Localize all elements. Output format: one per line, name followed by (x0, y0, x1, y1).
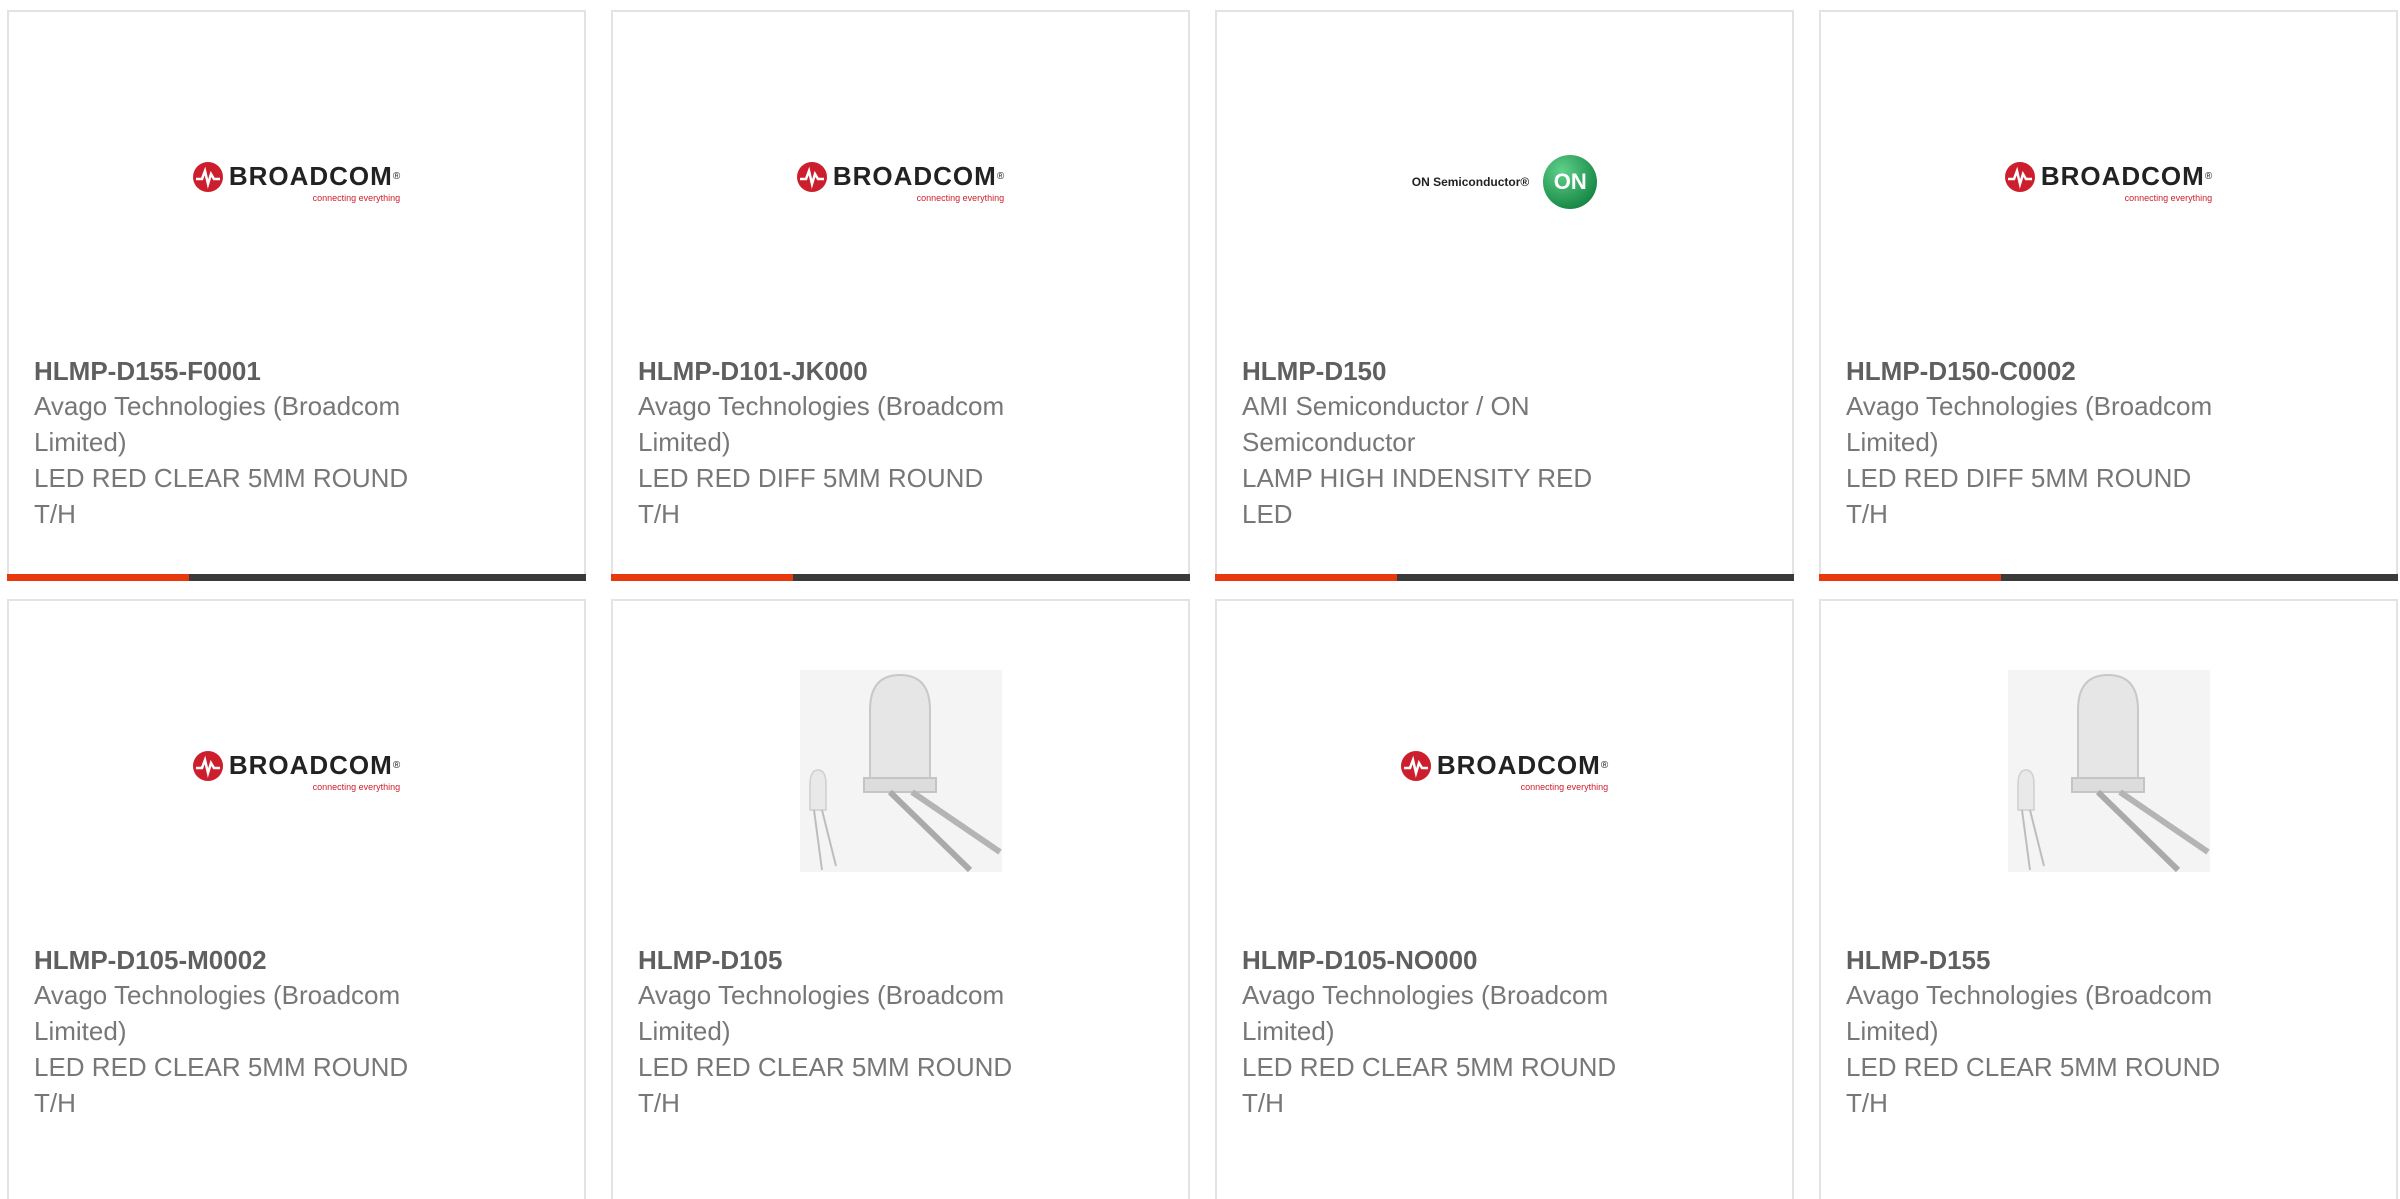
broadcom-logo: BROADCOM ® connecting everything (192, 161, 400, 203)
manufacturer-line: Avago Technologies (Broadcom (1846, 980, 2213, 1010)
product-card[interactable]: BROADCOM ® connecting everything HLMP-D15… (1819, 10, 2398, 581)
on-circle-icon: ON (1543, 155, 1598, 209)
led-icon (799, 670, 1002, 872)
card-accent-bar (1215, 574, 1397, 581)
description-line: LED RED DIFF 5MM ROUND (1846, 463, 2192, 493)
product-card[interactable]: BROADCOM ® connecting everything HLMP-D10… (1215, 599, 1794, 1199)
product-card[interactable]: BROADCOM ® connecting everything HLMP-D15… (7, 10, 586, 581)
product-image: BROADCOM ® connecting everything (9, 12, 584, 352)
broadcom-pulse-icon (1400, 750, 1431, 781)
broadcom-logo: BROADCOM ® connecting everything (192, 750, 400, 792)
manufacturer-line: Avago Technologies (Broadcom (34, 391, 401, 421)
card-bottom-bar (1819, 574, 2398, 581)
manufacturer-line: Semiconductor (1242, 427, 1416, 457)
description-line: LED RED CLEAR 5MM ROUND (1846, 1052, 2221, 1082)
product-image: BROADCOM ® connecting everything (613, 12, 1188, 352)
broadcom-logo: BROADCOM ® connecting everything (2004, 161, 2212, 203)
manufacturer-line: Avago Technologies (Broadcom (34, 980, 401, 1010)
product-card[interactable]: BROADCOM ® connecting everything HLMP-D10… (611, 10, 1190, 581)
description-line: LED (1242, 499, 1293, 529)
manufacturer-line: Limited) (34, 1016, 127, 1046)
led-icon (2007, 670, 2210, 872)
part-number[interactable]: HLMP-D105-M0002 (34, 943, 494, 977)
description-line: T/H (34, 499, 76, 529)
part-number[interactable]: HLMP-D150 (1242, 354, 1702, 388)
part-number[interactable]: HLMP-D155 (1846, 943, 2306, 977)
card-accent-bar (611, 574, 793, 581)
broadcom-pulse-icon (796, 161, 827, 192)
product-image: BROADCOM ® connecting everything (9, 601, 584, 941)
led-photo (799, 670, 1002, 872)
product-card[interactable]: ON Semiconductor® ON HLMP-D150 AMI Semic… (1215, 10, 1794, 581)
product-card[interactable]: HLMP-D155 Avago Technologies (Broadcom L… (1819, 599, 2398, 1199)
manufacturer-line: Limited) (1846, 427, 1939, 457)
card-bottom-bar (7, 574, 586, 581)
description-line: T/H (638, 499, 680, 529)
broadcom-pulse-icon (192, 750, 223, 781)
product-grid: BROADCOM ® connecting everything HLMP-D15… (0, 0, 2400, 1199)
description-line: LED RED DIFF 5MM ROUND (638, 463, 984, 493)
manufacturer-line: Limited) (1242, 1016, 1335, 1046)
product-image (613, 601, 1188, 941)
description-line: LED RED CLEAR 5MM ROUND (34, 463, 409, 493)
description-line: LED RED CLEAR 5MM ROUND (1242, 1052, 1617, 1082)
part-number[interactable]: HLMP-D101-JK000 (638, 354, 1098, 388)
description-line: LED RED CLEAR 5MM ROUND (638, 1052, 1013, 1082)
part-number[interactable]: HLMP-D105 (638, 943, 1098, 977)
card-bottom-bar (611, 574, 1190, 581)
manufacturer-line: Limited) (638, 427, 731, 457)
product-card[interactable]: BROADCOM ® connecting everything HLMP-D10… (7, 599, 586, 1199)
description-line: LED RED CLEAR 5MM ROUND (34, 1052, 409, 1082)
manufacturer-line: Avago Technologies (Broadcom (638, 980, 1005, 1010)
product-image: BROADCOM ® connecting everything (1821, 12, 2396, 352)
product-image: BROADCOM ® connecting everything (1217, 601, 1792, 941)
led-photo (2007, 670, 2210, 872)
broadcom-logo: BROADCOM ® connecting everything (796, 161, 1004, 203)
card-accent-bar (1819, 574, 2001, 581)
description-line: T/H (1846, 499, 1888, 529)
onsemi-logo: ON Semiconductor® ON (1412, 155, 1598, 209)
description-line: T/H (34, 1088, 76, 1118)
manufacturer-line: Avago Technologies (Broadcom (1846, 391, 2213, 421)
part-number[interactable]: HLMP-D150-C0002 (1846, 354, 2306, 388)
part-number[interactable]: HLMP-D155-F0001 (34, 354, 494, 388)
description-line: LAMP HIGH INDENSITY RED (1242, 463, 1593, 493)
manufacturer-line: AMI Semiconductor / ON (1242, 391, 1530, 421)
manufacturer-line: Limited) (34, 427, 127, 457)
card-bottom-bar (1215, 574, 1794, 581)
broadcom-logo: BROADCOM ® connecting everything (1400, 750, 1608, 792)
product-image (1821, 601, 2396, 941)
manufacturer-line: Limited) (1846, 1016, 1939, 1046)
manufacturer-line: Avago Technologies (Broadcom (638, 391, 1005, 421)
product-image: ON Semiconductor® ON (1217, 12, 1792, 352)
description-line: T/H (1846, 1088, 1888, 1118)
manufacturer-line: Avago Technologies (Broadcom (1242, 980, 1609, 1010)
description-line: T/H (1242, 1088, 1284, 1118)
broadcom-pulse-icon (2004, 161, 2035, 192)
description-line: T/H (638, 1088, 680, 1118)
broadcom-pulse-icon (192, 161, 223, 192)
manufacturer-line: Limited) (638, 1016, 731, 1046)
card-accent-bar (7, 574, 189, 581)
product-card[interactable]: HLMP-D105 Avago Technologies (Broadcom L… (611, 599, 1190, 1199)
part-number[interactable]: HLMP-D105-NO000 (1242, 943, 1702, 977)
